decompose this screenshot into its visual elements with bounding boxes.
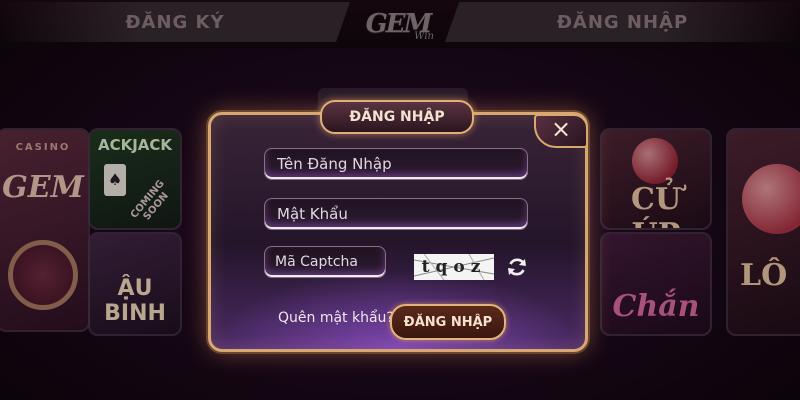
dice-bowl-icon xyxy=(632,138,678,184)
casino-small-label: CASINO xyxy=(15,142,71,153)
captcha-code: tqoz xyxy=(421,257,487,277)
game-card-cuoup[interactable]: CỬ ÚP xyxy=(600,128,712,230)
game-card-lode[interactable]: LÔ xyxy=(726,128,800,336)
lode-title: LÔ xyxy=(740,258,788,293)
gemwin-logo: GEM Win xyxy=(352,0,444,48)
dialog-title: ĐĂNG NHẬP xyxy=(320,100,474,134)
coming-soon-badge: COMING SOON xyxy=(128,178,171,223)
tab-login[interactable]: ĐĂNG NHẬP xyxy=(445,2,800,42)
captcha-field[interactable] xyxy=(264,246,386,278)
casino-chip-icon xyxy=(8,240,78,310)
blackjack-title: ACKJACK xyxy=(97,136,173,154)
logo-sub-text: Win xyxy=(414,31,434,42)
cuoup-title: CỬ ÚP xyxy=(630,182,682,228)
top-bar: ĐĂNG KÝ GEM Win ĐĂNG NHẬP xyxy=(0,0,800,48)
forgot-password-link[interactable]: Quên mật khẩu? xyxy=(278,310,394,326)
lottery-ball-icon xyxy=(742,164,800,234)
login-button[interactable]: ĐĂNG NHẬP xyxy=(390,304,506,340)
refresh-icon[interactable] xyxy=(506,256,528,278)
tab-register[interactable]: ĐĂNG KÝ xyxy=(0,2,350,42)
captcha-image: tqoz xyxy=(414,254,494,280)
username-field[interactable] xyxy=(264,148,528,180)
chan-title: Chắn xyxy=(612,289,700,324)
game-card-maubinh[interactable]: ẬU BINH xyxy=(88,232,182,336)
spade-icon: ♠ xyxy=(104,164,126,196)
game-card-casino[interactable]: CASINO GEM xyxy=(0,128,90,332)
casino-logo-text: GEM xyxy=(2,170,84,205)
password-field[interactable] xyxy=(264,198,528,230)
maubinh-title: ẬU BINH xyxy=(104,276,166,326)
close-icon[interactable]: × xyxy=(534,114,588,148)
game-card-chan[interactable]: Chắn xyxy=(600,232,712,336)
game-card-blackjack[interactable]: ACKJACK ♠ COMING SOON xyxy=(88,128,182,230)
